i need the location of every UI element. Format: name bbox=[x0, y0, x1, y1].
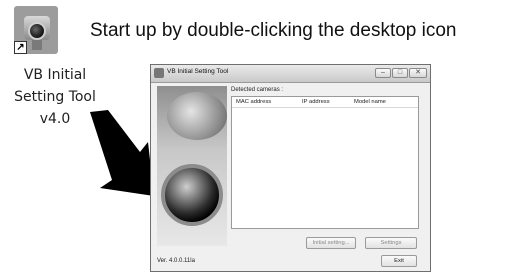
pointer-arrow-icon bbox=[90, 110, 154, 196]
camera-lens-icon bbox=[28, 22, 46, 40]
title-bar[interactable]: VB Initial Setting Tool – □ ✕ bbox=[151, 65, 430, 83]
camera-stand-icon bbox=[32, 40, 42, 50]
initial-setting-button[interactable]: Initial setting... bbox=[306, 237, 356, 249]
globe-top-graphic bbox=[167, 92, 227, 140]
icon-label-line-2: Setting Tool bbox=[14, 89, 96, 105]
exit-button[interactable]: Exit bbox=[381, 255, 417, 267]
maximize-button[interactable]: □ bbox=[392, 68, 408, 78]
vb-initial-setting-tool-icon[interactable]: ↗ bbox=[14, 6, 58, 54]
minimize-button[interactable]: – bbox=[375, 68, 391, 78]
instruction-text: Start up by double-clicking the desktop … bbox=[90, 20, 457, 41]
detected-cameras-table[interactable]: MAC address IP address Model name bbox=[231, 96, 419, 229]
settings-button[interactable]: Settings bbox=[365, 237, 417, 249]
app-icon bbox=[154, 68, 164, 78]
table-header: MAC address IP address Model name bbox=[232, 97, 418, 108]
version-label: Ver. 4.0.0.11la bbox=[157, 258, 195, 264]
icon-label-line-1: VB Initial bbox=[23, 67, 87, 83]
detected-cameras-label: Detected cameras : bbox=[231, 87, 284, 93]
column-header-mac[interactable]: MAC address bbox=[236, 99, 271, 105]
shortcut-arrow-icon: ↗ bbox=[14, 41, 27, 54]
vb-initial-setting-window: VB Initial Setting Tool – □ ✕ Detected c… bbox=[150, 64, 431, 272]
globe-lens-graphic bbox=[161, 164, 223, 226]
close-button[interactable]: ✕ bbox=[409, 68, 427, 78]
globe-banner-image bbox=[157, 86, 227, 246]
column-header-model[interactable]: Model name bbox=[354, 99, 386, 105]
column-header-ip[interactable]: IP address bbox=[302, 99, 330, 105]
window-title: VB Initial Setting Tool bbox=[167, 68, 229, 75]
